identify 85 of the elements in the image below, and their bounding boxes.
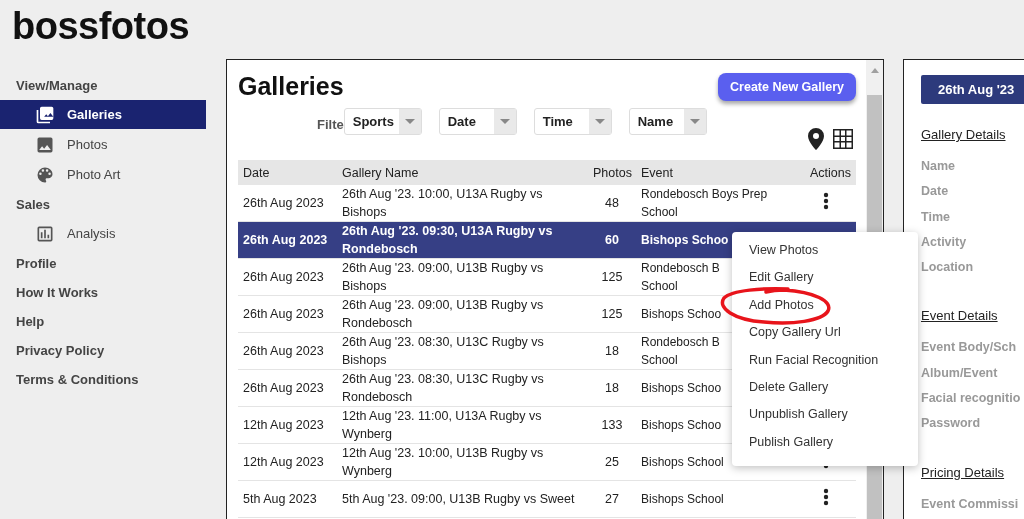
- filter-label: Filte: [317, 117, 344, 132]
- column-header: Event: [636, 160, 793, 185]
- photos-cell: 18: [588, 332, 636, 370]
- event-cell-text: Bishops Schoo: [641, 306, 722, 323]
- field-label: Album/Event: [921, 365, 999, 382]
- field-label: Password: [921, 416, 982, 433]
- event-cell-text: Rondebosch Boys Prep School: [641, 186, 769, 221]
- photos-cell: 25: [588, 443, 636, 481]
- sidebar-heading[interactable]: Help: [0, 307, 226, 336]
- gallery-row[interactable]: 5th Aug 2023 5th Aug '23. 09:00, U13B Rugby vs Sweet 27 Bishops School: [238, 480, 856, 518]
- field-label: Location: [921, 260, 975, 277]
- photos-cell: 18: [588, 369, 636, 407]
- field-label: Name: [921, 159, 957, 175]
- gallery-name-cell: 26th Aug '23. 09:00, U13B Rugby vs Bishops: [337, 258, 588, 296]
- event-cell-text: Bishops Schoo: [641, 232, 729, 249]
- column-header: Gallery Name: [337, 160, 588, 185]
- event-cell-text: Rondebosch B School: [641, 260, 721, 295]
- event-cell-text: Bishops School: [641, 454, 724, 471]
- more-options-icon[interactable]: [823, 191, 829, 210]
- caret-icon: [594, 119, 605, 124]
- date-cell: 26th Aug 2023: [238, 369, 337, 407]
- date-cell: 12th Aug 2023: [238, 443, 337, 481]
- event-cell-text: Bishops Schoo: [641, 417, 722, 434]
- sidebar-heading[interactable]: How It Works: [0, 278, 226, 307]
- date-cell: 26th Aug 2023: [238, 332, 337, 370]
- gallery-name-cell: 26th Aug '23. 09:00, U13B Rugby vs Rondebosch: [337, 295, 588, 333]
- field-label: Time: [921, 209, 951, 226]
- field-label: Event Commissi: [921, 496, 1020, 513]
- section-heading: Gallery Details: [921, 127, 1007, 142]
- sidebar-item[interactable]: Analysis: [0, 219, 206, 248]
- filter-dropdown[interactable]: Name: [628, 108, 707, 135]
- gallery-name-cell: 12th Aug '23. 10:00, U13B Rugby vs Wynberg: [337, 443, 588, 481]
- column-header: Actions: [793, 160, 856, 185]
- caret-icon: [689, 119, 700, 124]
- date-cell: 12th Aug 2023: [238, 406, 337, 444]
- gallery-name-cell: 26th Aug '23. 09:30, U13A Rugby vs Rondebosch: [337, 221, 588, 259]
- page-title: Galleries: [238, 72, 344, 101]
- filter-dropdown[interactable]: Time: [533, 108, 612, 135]
- field-label: Activity: [921, 234, 968, 251]
- sidebar-heading[interactable]: Privacy Policy: [0, 336, 226, 365]
- gallery-row[interactable]: 26th Aug 2023 26th Aug '23. 10:00, U13A Rugby vs Bishops 48 Rondebosch Boys Prep School: [238, 185, 856, 222]
- event-cell-text: Rondebosch B School: [641, 334, 721, 369]
- field-label: Event Body/Sch: [921, 340, 1018, 357]
- sidebar-item[interactable]: Galleries: [0, 100, 206, 129]
- field-label: Facial recognitio: [921, 391, 1022, 408]
- grid-icon[interactable]: [832, 128, 854, 150]
- field-label: Date: [921, 184, 950, 201]
- date-cell: 5th Aug 2023: [238, 480, 337, 518]
- filter-dropdown[interactable]: Date: [438, 108, 517, 135]
- photos-cell: 60: [588, 221, 636, 259]
- caret-icon: [499, 119, 510, 124]
- map-pin-icon[interactable]: [808, 128, 824, 150]
- column-header: Photos: [588, 160, 636, 185]
- gallery-name-cell: 26th Aug '23. 10:00, U13A Rugby vs Bishops: [337, 185, 588, 222]
- create-gallery-button[interactable]: Create New Gallery: [718, 72, 856, 101]
- gallery-name-cell: 12th Aug '23. 11:00, U13A Rugby vs Wynberg: [337, 406, 588, 444]
- gallery-name-cell: 5th Aug '23. 09:00, U13B Rugby vs Sweet: [337, 480, 588, 518]
- sidebar-item[interactable]: Photo Art: [0, 160, 206, 189]
- photos-cell: 125: [588, 295, 636, 333]
- sidebar-heading[interactable]: Profile: [0, 249, 226, 278]
- date-cell: 26th Aug 2023: [238, 295, 337, 333]
- date-cell: 26th Aug 2023: [238, 258, 337, 296]
- photos-cell: 48: [588, 185, 636, 222]
- caret-icon: [404, 119, 415, 124]
- section-heading: Event Details: [921, 308, 999, 324]
- more-options-icon[interactable]: [823, 487, 829, 506]
- photos-cell: 125: [588, 258, 636, 296]
- logo[interactable]: bossfotos: [12, 6, 190, 45]
- date-cell: 26th Aug 2023: [238, 185, 337, 222]
- date-cell: 26th Aug 2023: [238, 221, 337, 259]
- column-header: Date: [238, 160, 337, 185]
- section-heading: Pricing Details: [921, 464, 1006, 480]
- photo-stack-icon: [35, 104, 55, 125]
- event-cell-text: Bishops School: [641, 491, 724, 508]
- gallery-name-cell: 26th Aug '23. 08:30, U13C Rugby vs Rondebosch: [337, 369, 588, 407]
- gallery-name-cell: 26th Aug '23. 08:30, U13C Rugby vs Bishops: [337, 332, 588, 370]
- sidebar-item[interactable]: Photos: [0, 130, 206, 159]
- date-button[interactable]: 26th Aug '23: [921, 75, 1024, 104]
- sidebar-heading[interactable]: Terms & Conditions: [0, 365, 226, 394]
- filter-dropdown[interactable]: Sports: [343, 108, 422, 135]
- sidebar-heading[interactable]: Sales: [0, 190, 226, 219]
- sidebar-heading[interactable]: View/Manage: [0, 71, 226, 100]
- event-cell-text: Bishops Schoo: [641, 380, 722, 397]
- photos-cell: 27: [588, 480, 636, 518]
- photos-cell: 133: [588, 406, 636, 444]
